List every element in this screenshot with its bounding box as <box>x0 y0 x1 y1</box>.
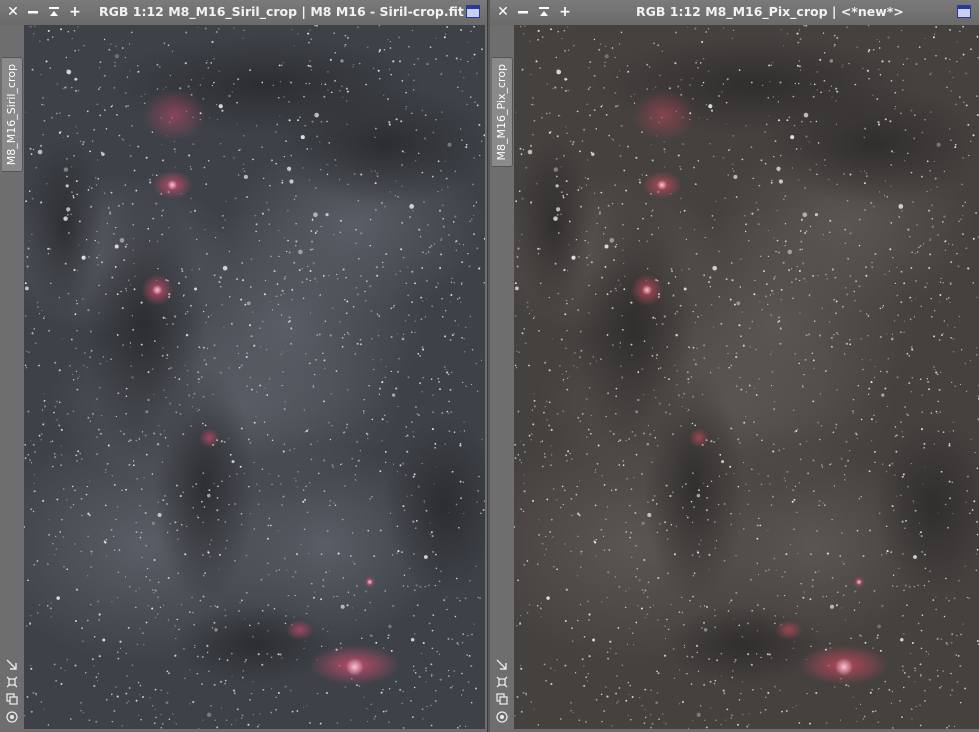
target-icon[interactable] <box>5 710 19 724</box>
plus-icon[interactable]: + <box>557 4 573 20</box>
side-tab-strip: M8_M16_Pix_crop <box>490 25 514 732</box>
maximize-icon[interactable] <box>536 4 552 20</box>
window-title: RGB 1:12 M8_M16_Pix_crop | <*new*> <box>636 4 904 19</box>
view-tab-label: M8_M16_Pix_crop <box>495 64 508 161</box>
close-icon[interactable]: ✕ <box>5 4 21 20</box>
view-tab-label: M8_M16_Siril_crop <box>5 64 18 166</box>
astro-image-siril <box>24 25 485 729</box>
target-icon[interactable] <box>495 710 509 724</box>
zoom-fit-icon[interactable] <box>5 658 19 672</box>
zoom-fit-icon[interactable] <box>495 658 509 672</box>
view-tab[interactable]: M8_M16_Siril_crop <box>2 57 23 173</box>
title-bar[interactable]: ✕ + RGB 1:12 M8_M16_Siril_crop | M8 M16 … <box>0 0 487 25</box>
maximize-icon[interactable] <box>46 4 62 20</box>
close-icon[interactable]: ✕ <box>495 4 511 20</box>
plus-icon[interactable]: + <box>67 4 83 20</box>
shade-icon[interactable] <box>957 5 971 18</box>
title-bar[interactable]: ✕ + RGB 1:12 M8_M16_Pix_crop | <*new*> <box>490 0 979 25</box>
minimize-icon[interactable] <box>25 4 41 20</box>
shade-icon[interactable] <box>466 5 480 18</box>
image-window-siril[interactable]: ✕ + RGB 1:12 M8_M16_Siril_crop | M8 M16 … <box>0 0 488 732</box>
fit-view-icon[interactable] <box>495 675 509 689</box>
clone-icon[interactable] <box>5 692 19 706</box>
astro-image-pix <box>514 25 979 729</box>
fit-view-icon[interactable] <box>5 675 19 689</box>
image-window-pix[interactable]: ✕ + RGB 1:12 M8_M16_Pix_crop | <*new*> M… <box>490 0 979 732</box>
minimize-icon[interactable] <box>515 4 531 20</box>
clone-icon[interactable] <box>495 692 509 706</box>
view-tab[interactable]: M8_M16_Pix_crop <box>492 57 513 168</box>
side-tab-strip: M8_M16_Siril_crop <box>0 25 24 732</box>
image-canvas[interactable] <box>514 25 979 729</box>
window-title: RGB 1:12 M8_M16_Siril_crop | M8 M16 - Si… <box>99 4 464 19</box>
image-canvas[interactable] <box>24 25 485 729</box>
